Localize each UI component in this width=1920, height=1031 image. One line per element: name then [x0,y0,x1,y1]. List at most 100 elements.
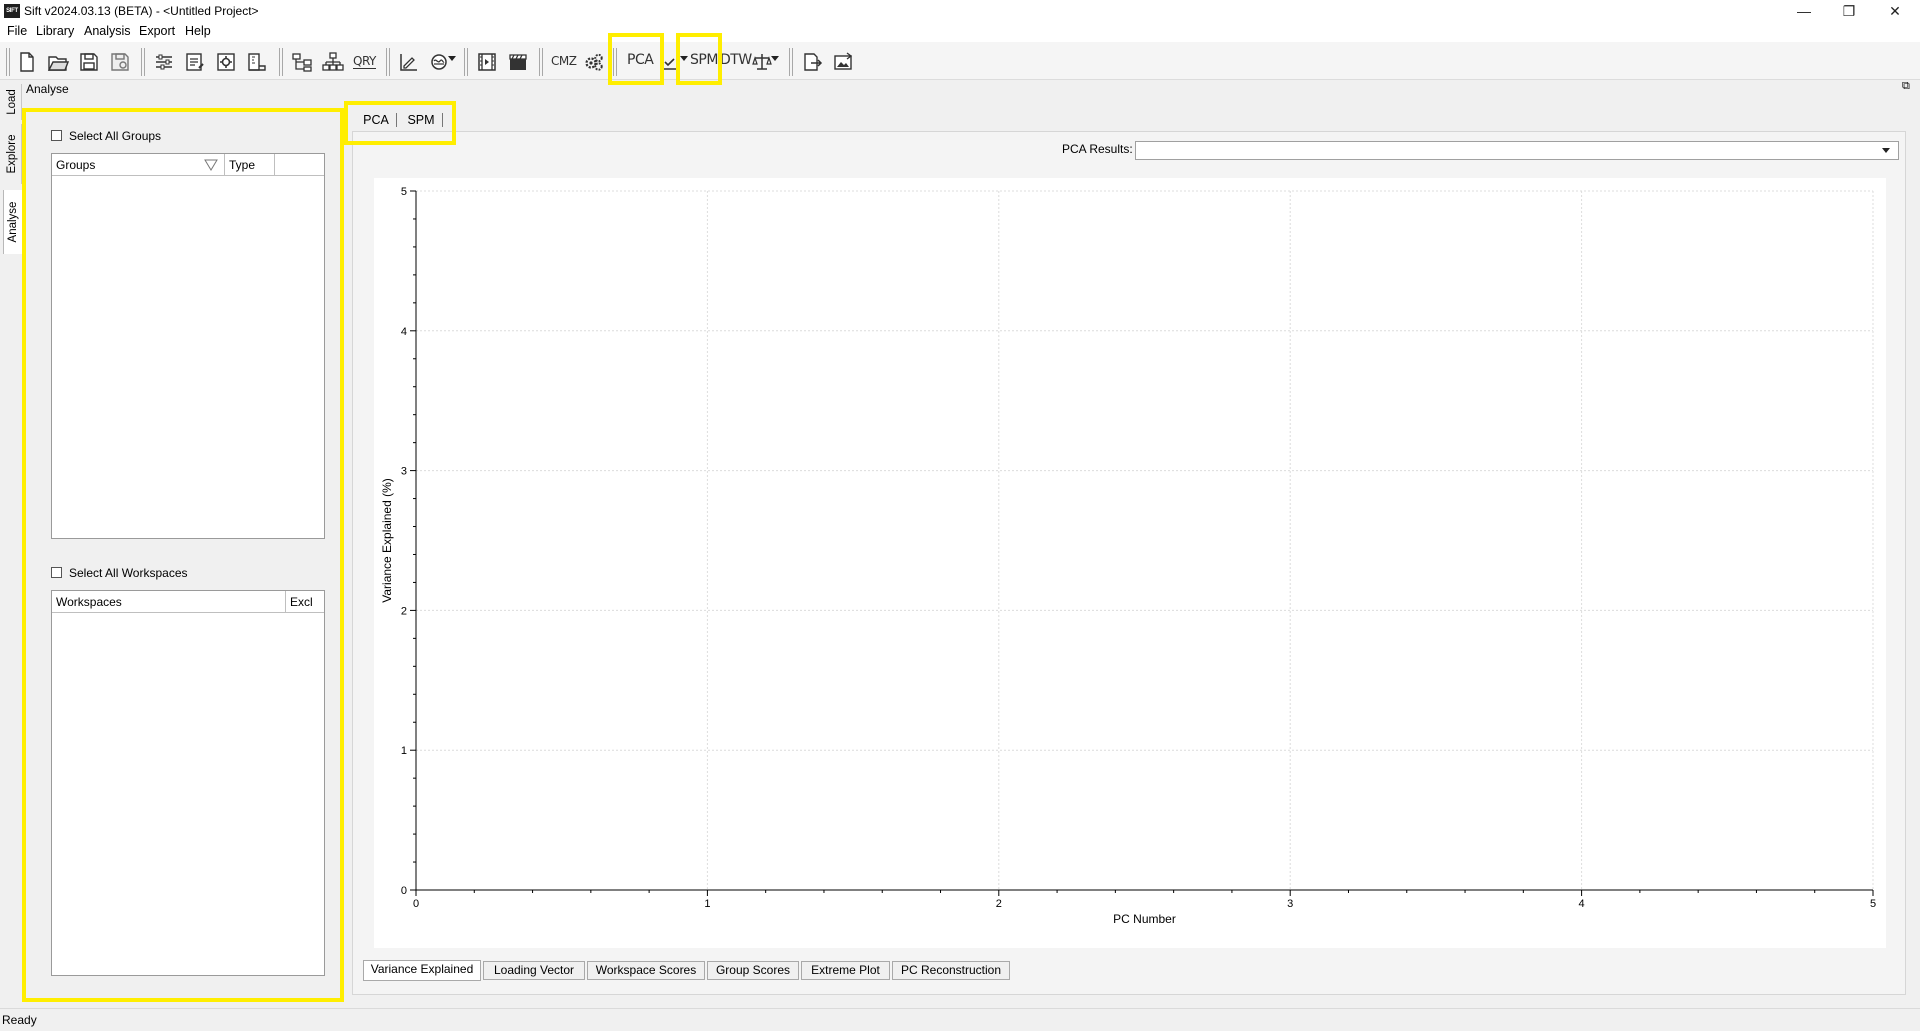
side-tab-load-label: Load [6,89,18,115]
save-as-icon[interactable] [107,49,133,75]
pca-results-label: PCA Results: [1062,142,1133,156]
y-tick-label: 1 [401,745,407,757]
toolbar: QRY CMZ PCA SPM DTW [0,42,1920,80]
toolbar-separator [613,48,617,76]
minimize-button[interactable]: — [1781,0,1827,22]
workspaces-column-header[interactable]: Workspaces [52,591,286,613]
gait-dropdown-icon[interactable] [448,56,456,61]
open-folder-icon[interactable] [45,49,71,75]
dtw-button[interactable]: DTW [720,52,752,68]
variance-explained-chart: 0 1 2 3 4 5 0 1 2 3 4 5 PC Number Variance Explaine… [380,186,1876,926]
new-project-icon[interactable] [14,49,40,75]
toolbar-separator [789,48,793,76]
tab-group-scores[interactable]: Group Scores [707,961,799,980]
edit-list-icon[interactable] [182,49,208,75]
menu-file[interactable]: File [7,24,27,38]
select-all-groups-checkbox[interactable] [51,130,62,141]
status-text: Ready [2,1013,37,1027]
toolbar-separator [464,48,468,76]
x-tick-label: 3 [1287,898,1293,910]
x-tick-label: 0 [413,898,419,910]
title-bar: SIFT Sift v2024.03.13 (BETA) - <Untitled… [0,0,1920,22]
workspaces-header: Workspaces Excl [52,591,324,613]
toolbar-separator [141,48,145,76]
tab-divider [442,113,443,127]
groups-header: Groups Type [52,154,324,176]
toolbar-grip [6,48,10,76]
tree-icon[interactable] [320,49,346,75]
query-button[interactable]: QRY [353,54,376,69]
spm-button[interactable]: SPM [690,52,718,68]
groups-table[interactable]: Groups Type [51,153,325,539]
tab-workspace-scores[interactable]: Workspace Scores [587,961,705,980]
groups-column-header[interactable]: Groups [52,154,225,176]
excl-column-header[interactable]: Excl [286,591,324,613]
workspaces-table[interactable]: Workspaces Excl [51,590,325,976]
measure-icon[interactable] [244,49,270,75]
tab-variance-explained[interactable]: Variance Explained [363,960,481,981]
tab-pca[interactable]: PCA [356,108,396,132]
side-tab-explore-label: Explore [6,134,18,174]
x-tick-label: 1 [704,898,710,910]
y-tick-label: 3 [401,466,407,478]
balance-scale-icon[interactable] [749,49,775,75]
x-tick-label: 5 [1870,898,1876,910]
window-title: Sift v2024.03.13 (BETA) - <Untitled Proj… [24,4,259,18]
select-all-workspaces-label: Select All Workspaces [69,566,188,580]
film-strip-icon[interactable] [474,49,500,75]
hierarchy-icon[interactable] [289,49,315,75]
menu-library[interactable]: Library [36,24,74,38]
side-tab-analyse[interactable]: Analyse [3,190,22,254]
y-axis-label: Variance Explained (%) [380,478,394,603]
menu-analysis[interactable]: Analysis [84,24,131,38]
save-icon[interactable] [76,49,102,75]
x-tick-label: 4 [1579,898,1585,910]
y-tick-label: 2 [401,605,407,617]
gait-cycle-icon[interactable] [426,49,452,75]
x-axis-label: PC Number [1113,912,1176,926]
side-tab-load[interactable]: Load [3,84,22,120]
side-tab-explore[interactable]: Explore [3,124,22,184]
close-button[interactable]: ✕ [1872,0,1918,22]
extra-column-header[interactable] [275,154,324,176]
settings-doc-icon[interactable] [213,49,239,75]
scale-dropdown-icon[interactable] [771,56,779,61]
normality-check-icon[interactable] [656,49,682,75]
y-tick-label: 0 [401,885,407,897]
tab-pc-reconstruction[interactable]: PC Reconstruction [892,961,1010,980]
toolbar-separator [386,48,390,76]
select-all-groups-label: Select All Groups [69,129,162,143]
type-column-header[interactable]: Type [225,154,275,176]
sort-indicator-icon [204,159,218,174]
tab-extreme-plot[interactable]: Extreme Plot [801,961,890,980]
app-icon: SIFT [4,4,20,18]
select-all-workspaces-checkbox[interactable] [51,567,62,578]
tab-divider [396,113,397,127]
maximize-button[interactable]: ❐ [1826,0,1872,22]
filter-settings-icon[interactable] [151,49,177,75]
menu-export[interactable]: Export [139,24,175,38]
dock-title: Analyse [26,82,69,96]
export-image-icon[interactable] [830,49,856,75]
toolbar-separator [279,48,283,76]
y-tick-label: 4 [401,326,407,338]
chart-edit-icon[interactable] [396,49,422,75]
dock-restore-icon[interactable]: ⧉ [1902,80,1910,93]
pca-results-dropdown-arrow-icon[interactable] [1882,148,1890,153]
normality-dropdown-icon[interactable] [680,56,688,61]
toolbar-separator [539,48,543,76]
gears-icon[interactable] [581,49,607,75]
tab-spm[interactable]: SPM [400,108,442,132]
menu-help[interactable]: Help [185,24,211,38]
cmz-button[interactable]: CMZ [551,54,577,68]
clapperboard-icon[interactable] [505,49,531,75]
export-icon[interactable] [799,49,825,75]
pca-results-dropdown[interactable] [1135,141,1899,160]
x-tick-label: 2 [996,898,1002,910]
pca-button[interactable]: PCA [627,52,654,68]
y-tick-label: 5 [401,186,407,198]
tab-loading-vector[interactable]: Loading Vector [483,961,585,980]
side-tab-analyse-label: Analyse [7,201,19,243]
menu-bar: File Library Analysis Export Help [0,22,1920,42]
status-bar: Ready [0,1008,1920,1031]
